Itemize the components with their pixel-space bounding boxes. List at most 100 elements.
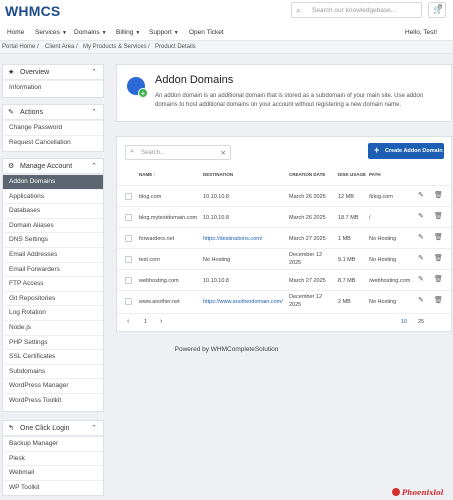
disk-usage: 1 MB — [338, 236, 351, 242]
logo[interactable]: WHMCS — [5, 3, 60, 19]
page-title: Addon Domains — [155, 74, 234, 86]
sidebar-item-wp-toolkit[interactable]: WP Toolkit — [3, 479, 103, 495]
pagination-prev[interactable]: ‹ — [127, 318, 129, 325]
create-addon-domain-button[interactable]: + Create Addon Domain — [368, 143, 444, 159]
sidebar-item-log-rotation[interactable]: Log Rotation — [3, 305, 103, 320]
panel-header[interactable]: ⚙ Manage Account ⌃ — [3, 159, 103, 174]
nav-support[interactable]: Support ▼ — [149, 29, 179, 36]
close-icon[interactable]: ✕ — [221, 149, 226, 157]
domain-destination: 10.10.10.8 — [203, 194, 229, 200]
nav-domains[interactable]: Domains ▼ — [74, 29, 107, 36]
nav-billing[interactable]: Billing ▼ — [116, 29, 140, 36]
page-size-option[interactable]: 25 — [418, 319, 424, 325]
sidebar-oneclick-panel: ↰ One Click Login ⌃ Backup Manager Plesk… — [2, 420, 104, 496]
sidebar-item-email-forwarders[interactable]: Email Forwarders — [3, 261, 103, 277]
trash-icon[interactable]: 🗑 — [434, 212, 443, 220]
sidebar-item-addon-domains[interactable]: Addon Domains — [3, 174, 103, 189]
sidebar-item-webmail[interactable]: Webmail — [3, 465, 103, 480]
plus-icon: + — [374, 145, 380, 155]
pencil-icon[interactable]: ✎ — [418, 191, 424, 199]
panel-header[interactable]: ✎ Actions ⌃ — [3, 105, 103, 120]
cart-button[interactable]: 🛒 0 — [428, 2, 446, 18]
breadcrumb-portal-home[interactable]: Portal Home — [2, 44, 35, 50]
sidebar-item-ftp-access[interactable]: FTP Access — [3, 276, 103, 291]
sidebar-item-request-cancellation[interactable]: Request Cancellation — [3, 134, 103, 150]
sidebar-item-email-addresses[interactable]: Email Addresses — [3, 246, 103, 262]
trash-icon[interactable]: 🗑 — [434, 275, 443, 283]
domain-path: / — [369, 215, 371, 221]
creation-date: December 12 2025 — [289, 252, 323, 266]
pagination-next[interactable]: › — [160, 318, 162, 325]
pagination-page[interactable]: 1 — [144, 319, 147, 325]
row-checkbox[interactable] — [125, 235, 132, 242]
pencil-icon[interactable]: ✎ — [418, 254, 424, 262]
sidebar-item-plesk[interactable]: Plesk — [3, 450, 103, 466]
sidebar-item-dns-settings[interactable]: DNS Settings — [3, 232, 103, 247]
domain-destination-link[interactable]: https://destinations.com/ — [203, 236, 262, 242]
pencil-icon[interactable]: ✎ — [418, 275, 424, 283]
column-header-disk-usage: DISK USAGE — [338, 172, 367, 177]
trash-icon[interactable]: 🗑 — [434, 254, 443, 262]
wrench-icon: ✎ — [8, 109, 14, 116]
brand-mark-icon — [392, 488, 400, 496]
sidebar-manage-panel: ⚙ Manage Account ⌃ Addon Domains Applica… — [2, 158, 104, 412]
star-icon: ★ — [8, 69, 15, 76]
sidebar-item-nodejs[interactable]: Node.js — [3, 319, 103, 335]
panel-title: Actions — [20, 109, 43, 116]
pencil-icon[interactable]: ✎ — [418, 212, 424, 220]
row-checkbox[interactable] — [125, 256, 132, 263]
sidebar-item-applications[interactable]: Applications — [3, 188, 103, 204]
row-checkbox[interactable] — [125, 214, 132, 221]
sidebar-item-git-repositories[interactable]: Git Repositories — [3, 290, 103, 306]
chevron-down-icon: ▼ — [101, 30, 107, 36]
nav-billing-label: Billing — [116, 29, 134, 36]
pencil-icon[interactable]: ✎ — [418, 296, 424, 304]
trash-icon[interactable]: 🗑 — [434, 296, 443, 304]
sidebar-item-information[interactable]: Information — [3, 80, 103, 95]
panel-header[interactable]: ↰ One Click Login ⌃ — [3, 421, 103, 436]
sidebar-item-wordpress-manager[interactable]: WordPress Manager — [3, 378, 103, 393]
chevron-up-icon: ⌃ — [91, 163, 97, 170]
trash-icon[interactable]: 🗑 — [434, 233, 443, 241]
nav-domains-label: Domains — [74, 29, 100, 36]
sidebar-item-domain-aliases[interactable]: Domain Aliases — [3, 217, 103, 233]
nav-home[interactable]: Home — [7, 29, 24, 36]
breadcrumb-client-area[interactable]: Client Area — [45, 44, 74, 50]
breadcrumb-products[interactable]: My Products & Services — [83, 44, 147, 50]
domain-destination-link[interactable]: https://www.anotherdomain.com/ — [203, 299, 283, 305]
creation-date: March 26 2025 — [289, 194, 326, 200]
chevron-down-icon: ▼ — [173, 30, 179, 36]
addon-domains-header-card: + Addon Domains An addon domain is an ad… — [116, 64, 452, 122]
row-checkbox[interactable] — [125, 298, 132, 305]
column-header-name[interactable]: NAME ↑ — [139, 172, 156, 177]
domain-name: blog.com — [139, 194, 162, 200]
panel-header[interactable]: ★ Overview ⌃ — [3, 65, 103, 80]
nav-services[interactable]: Services ▼ — [35, 29, 67, 36]
row-checkbox[interactable] — [125, 193, 132, 200]
sidebar-item-databases[interactable]: Databases — [3, 203, 103, 218]
knowledgebase-search-input[interactable]: ⌕ Search our knowledgebase... — [291, 2, 422, 18]
trash-icon[interactable]: 🗑 — [434, 191, 443, 199]
row-checkbox[interactable] — [125, 277, 132, 284]
domain-name: blog.mytestdomain.com — [139, 215, 198, 221]
login-icon: ↰ — [8, 425, 14, 432]
sidebar-item-wordpress-toolkit[interactable]: WordPress Toolkit — [3, 392, 103, 408]
table-search-input[interactable]: ⌕ Search... ✕ — [125, 145, 231, 160]
breadcrumb: Portal Home / Client Area / My Products … — [0, 41, 453, 54]
nav-user-menu[interactable]: Hello, Test! — [405, 29, 437, 36]
sidebar-item-change-password[interactable]: Change Password — [3, 120, 103, 135]
plus-icon: + — [138, 88, 148, 98]
sidebar-item-subdomains[interactable]: Subdomains — [3, 363, 103, 379]
search-placeholder: Search our knowledgebase... — [312, 7, 397, 14]
domain-path: /blog.com — [369, 194, 393, 200]
column-name-label: NAME — [139, 172, 153, 177]
nav-open-ticket[interactable]: Open Ticket — [189, 29, 224, 36]
breadcrumb-sep: / — [76, 44, 78, 50]
pencil-icon[interactable]: ✎ — [418, 233, 424, 241]
nav-services-label: Services — [35, 29, 60, 36]
domain-path: /webhosting.com — [369, 278, 411, 284]
sidebar-item-backup-manager[interactable]: Backup Manager — [3, 436, 103, 451]
chevron-down-icon: ▼ — [135, 30, 141, 36]
domain-path: No Hosting — [369, 236, 397, 242]
page-size-option[interactable]: 10 — [401, 319, 407, 325]
